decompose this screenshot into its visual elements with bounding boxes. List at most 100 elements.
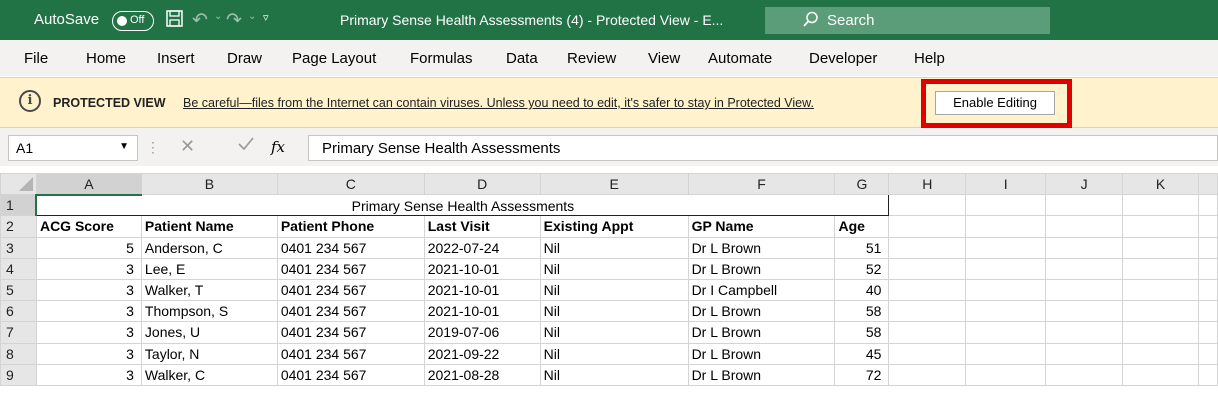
- gp-name-cell[interactable]: Dr L Brown: [687, 363, 836, 386]
- column-header-k[interactable]: K: [1122, 172, 1199, 196]
- enter-check-icon[interactable]: [238, 137, 254, 156]
- select-all-corner[interactable]: [0, 172, 37, 196]
- cell[interactable]: [965, 300, 1047, 323]
- row-header[interactable]: 5: [0, 278, 37, 302]
- header-cell[interactable]: GP Name: [687, 215, 836, 238]
- enable-editing-button[interactable]: Enable Editing: [935, 91, 1055, 115]
- cell[interactable]: [965, 278, 1047, 302]
- column-header-c[interactable]: C: [276, 172, 425, 196]
- last-visit-cell[interactable]: 2021-08-28: [423, 363, 541, 386]
- gp-name-cell[interactable]: Dr L Brown: [687, 300, 836, 323]
- cell[interactable]: [1122, 194, 1199, 217]
- cell[interactable]: [1045, 257, 1124, 280]
- acg-score-cell[interactable]: 3: [35, 321, 142, 344]
- last-visit-cell[interactable]: 2021-10-01: [423, 257, 541, 280]
- tab-insert[interactable]: Insert: [157, 50, 195, 67]
- acg-score-cell[interactable]: 3: [35, 300, 142, 323]
- patient-phone-cell[interactable]: 0401 234 567: [276, 257, 425, 280]
- patient-name-cell[interactable]: Jones, U: [140, 321, 278, 344]
- patient-name-cell[interactable]: Taylor, N: [140, 342, 278, 365]
- tab-home[interactable]: Home: [86, 50, 126, 67]
- gp-name-cell[interactable]: Dr L Brown: [687, 236, 836, 259]
- age-cell[interactable]: 58: [834, 321, 890, 344]
- tab-help[interactable]: Help: [914, 50, 945, 67]
- last-visit-cell[interactable]: 2021-09-22: [423, 342, 541, 365]
- cell[interactable]: [888, 342, 967, 365]
- cell[interactable]: [1045, 194, 1124, 217]
- acg-score-cell[interactable]: 3: [35, 257, 142, 280]
- gp-name-cell[interactable]: Dr L Brown: [687, 342, 836, 365]
- age-cell[interactable]: 72: [834, 363, 890, 386]
- patient-phone-cell[interactable]: 0401 234 567: [276, 300, 425, 323]
- cell[interactable]: [965, 342, 1047, 365]
- patient-phone-cell[interactable]: 0401 234 567: [276, 278, 425, 302]
- last-visit-cell[interactable]: 2021-10-01: [423, 300, 541, 323]
- header-cell[interactable]: Patient Name: [140, 215, 278, 238]
- row-header[interactable]: 8: [0, 342, 37, 365]
- existing-appt-cell[interactable]: Nil: [539, 300, 689, 323]
- cancel-icon[interactable]: ✕: [180, 136, 195, 157]
- column-header-b[interactable]: B: [140, 172, 278, 196]
- cell[interactable]: [1122, 363, 1199, 386]
- cell[interactable]: [965, 363, 1047, 386]
- row-header[interactable]: 9: [0, 363, 37, 386]
- age-cell[interactable]: 45: [834, 342, 890, 365]
- patient-phone-cell[interactable]: 0401 234 567: [276, 342, 425, 365]
- more-options-icon[interactable]: ⋮: [146, 139, 160, 156]
- header-cell[interactable]: Last Visit: [423, 215, 541, 238]
- last-visit-cell[interactable]: 2022-07-24: [423, 236, 541, 259]
- cell[interactable]: [965, 236, 1047, 259]
- header-cell[interactable]: Patient Phone: [276, 215, 425, 238]
- existing-appt-cell[interactable]: Nil: [539, 363, 689, 386]
- patient-name-cell[interactable]: Walker, T: [140, 278, 278, 302]
- save-icon[interactable]: [166, 10, 183, 32]
- tab-file[interactable]: File: [24, 50, 48, 67]
- column-header-i[interactable]: I: [965, 172, 1047, 196]
- age-cell[interactable]: 52: [834, 257, 890, 280]
- column-header-j[interactable]: J: [1045, 172, 1124, 196]
- last-visit-cell[interactable]: 2021-10-01: [423, 278, 541, 302]
- chevron-down-icon[interactable]: ▼: [119, 141, 129, 152]
- patient-phone-cell[interactable]: 0401 234 567: [276, 236, 425, 259]
- cell[interactable]: [888, 300, 967, 323]
- cell[interactable]: [1197, 257, 1218, 280]
- cell[interactable]: [1122, 236, 1199, 259]
- redo-dropdown-icon[interactable]: ⌄: [248, 11, 256, 22]
- sheet-title-cell[interactable]: Primary Sense Health Assessments: [35, 194, 890, 217]
- cell[interactable]: [1197, 342, 1218, 365]
- tab-data[interactable]: Data: [506, 50, 538, 67]
- search-box[interactable]: Search: [765, 7, 1050, 34]
- cell[interactable]: [1045, 278, 1124, 302]
- cell[interactable]: [1122, 342, 1199, 365]
- patient-name-cell[interactable]: Thompson, S: [140, 300, 278, 323]
- column-header-e[interactable]: E: [539, 172, 689, 196]
- age-cell[interactable]: 40: [834, 278, 890, 302]
- existing-appt-cell[interactable]: Nil: [539, 278, 689, 302]
- gp-name-cell[interactable]: Dr L Brown: [687, 257, 836, 280]
- customize-qat-icon[interactable]: ▿: [263, 11, 269, 24]
- cell[interactable]: [1122, 321, 1199, 344]
- cell[interactable]: [1197, 194, 1218, 217]
- column-header-a[interactable]: A: [35, 172, 142, 196]
- existing-appt-cell[interactable]: Nil: [539, 257, 689, 280]
- formula-input[interactable]: Primary Sense Health Assessments: [308, 135, 1218, 161]
- cell[interactable]: [888, 257, 967, 280]
- undo-dropdown-icon[interactable]: ⌄: [214, 11, 222, 22]
- cell[interactable]: [965, 215, 1047, 238]
- existing-appt-cell[interactable]: Nil: [539, 321, 689, 344]
- cell[interactable]: [965, 257, 1047, 280]
- row-header[interactable]: 6: [0, 300, 37, 323]
- autosave-toggle[interactable]: Off: [112, 11, 154, 31]
- cell[interactable]: [965, 321, 1047, 344]
- last-visit-cell[interactable]: 2019-07-06: [423, 321, 541, 344]
- row-header[interactable]: 2: [0, 215, 37, 238]
- cell[interactable]: [1045, 300, 1124, 323]
- cell[interactable]: [888, 321, 967, 344]
- age-cell[interactable]: 58: [834, 300, 890, 323]
- acg-score-cell[interactable]: 3: [35, 363, 142, 386]
- cell[interactable]: [1197, 278, 1218, 302]
- cell[interactable]: [965, 194, 1047, 217]
- tab-draw[interactable]: Draw: [227, 50, 262, 67]
- cell[interactable]: [1045, 321, 1124, 344]
- cell[interactable]: [888, 194, 967, 217]
